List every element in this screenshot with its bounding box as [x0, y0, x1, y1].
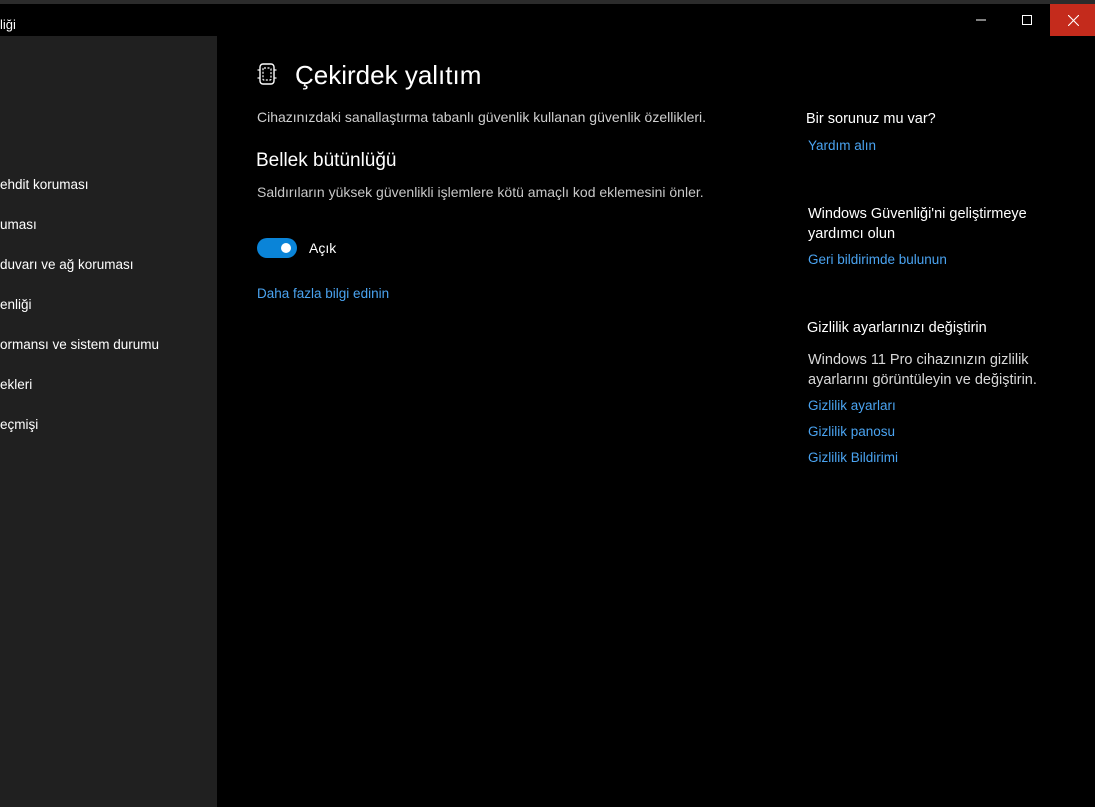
sidebar-item-device-security[interactable]: enliği — [0, 293, 217, 317]
privacy-dashboard-link[interactable]: Gizlilik panosu — [808, 424, 895, 439]
sidebar-item-label: ormansı ve sistem durumu — [0, 337, 160, 352]
feedback-heading-line1: Windows Güvenliği'ni geliştirmeye — [808, 206, 1027, 222]
sidebar-item-label: uması — [0, 217, 37, 232]
maximize-button[interactable] — [1004, 4, 1050, 36]
sidebar-item-device-performance[interactable]: ormansı ve sistem durumu — [0, 333, 217, 357]
privacy-settings-link[interactable]: Gizlilik ayarları — [808, 398, 896, 413]
sidebar: ehdit koruması uması duvarı ve ağ koruma… — [0, 36, 217, 807]
app-title: liği — [0, 17, 16, 32]
sidebar-item-protection-history[interactable]: eçmişi — [0, 413, 217, 437]
core-isolation-icon — [257, 63, 277, 85]
toggle-knob — [281, 243, 291, 253]
page-description: Cihazınızdaki sanallaştırma tabanlı güve… — [257, 109, 707, 125]
sidebar-item-label: eçmişi — [0, 417, 39, 432]
main-content: Çekirdek yalıtım Cihazınızdaki sanallaşt… — [217, 36, 1095, 807]
sidebar-item-label: enliği — [0, 297, 32, 312]
close-icon — [1067, 14, 1079, 26]
sidebar-item-account-protection[interactable]: uması — [0, 213, 217, 237]
maximize-icon — [1022, 15, 1032, 25]
sidebar-item-family-options[interactable]: ekleri — [0, 373, 217, 397]
minimize-icon — [976, 19, 986, 21]
minimize-button[interactable] — [958, 4, 1004, 36]
sidebar-item-label: ehdit koruması — [0, 177, 89, 192]
page-title: Çekirdek yalıtım — [295, 60, 482, 90]
section-description: Saldırıların yüksek güvenlikli işlemlere… — [257, 184, 704, 200]
memory-integrity-toggle[interactable] — [257, 238, 297, 258]
question-heading: Bir sorunuz mu var? — [806, 111, 936, 127]
sidebar-item-label: duvarı ve ağ koruması — [0, 257, 134, 272]
close-button[interactable] — [1050, 4, 1095, 36]
get-help-link[interactable]: Yardım alın — [808, 138, 876, 153]
privacy-text-line2: ayarlarını görüntüleyin ve değiştirin. — [808, 372, 1037, 388]
learn-more-link[interactable]: Daha fazla bilgi edinin — [257, 286, 389, 301]
toggle-state-label: Açık — [309, 240, 337, 256]
privacy-heading: Gizlilik ayarlarınızı değiştirin — [807, 320, 987, 336]
give-feedback-link[interactable]: Geri bildirimde bulunun — [808, 252, 947, 267]
sidebar-item-label: ekleri — [0, 377, 33, 392]
section-title: Bellek bütünlüğü — [256, 150, 397, 171]
sidebar-item-firewall[interactable]: duvarı ve ağ koruması — [0, 253, 217, 277]
privacy-text-line1: Windows 11 Pro cihazınızın gizlilik — [808, 352, 1029, 368]
title-bar: liği — [0, 4, 1095, 36]
feedback-heading-line2: yardımcı olun — [808, 226, 896, 242]
privacy-statement-link[interactable]: Gizlilik Bildirimi — [808, 450, 898, 465]
sidebar-item-threat-protection[interactable]: ehdit koruması — [0, 173, 217, 197]
